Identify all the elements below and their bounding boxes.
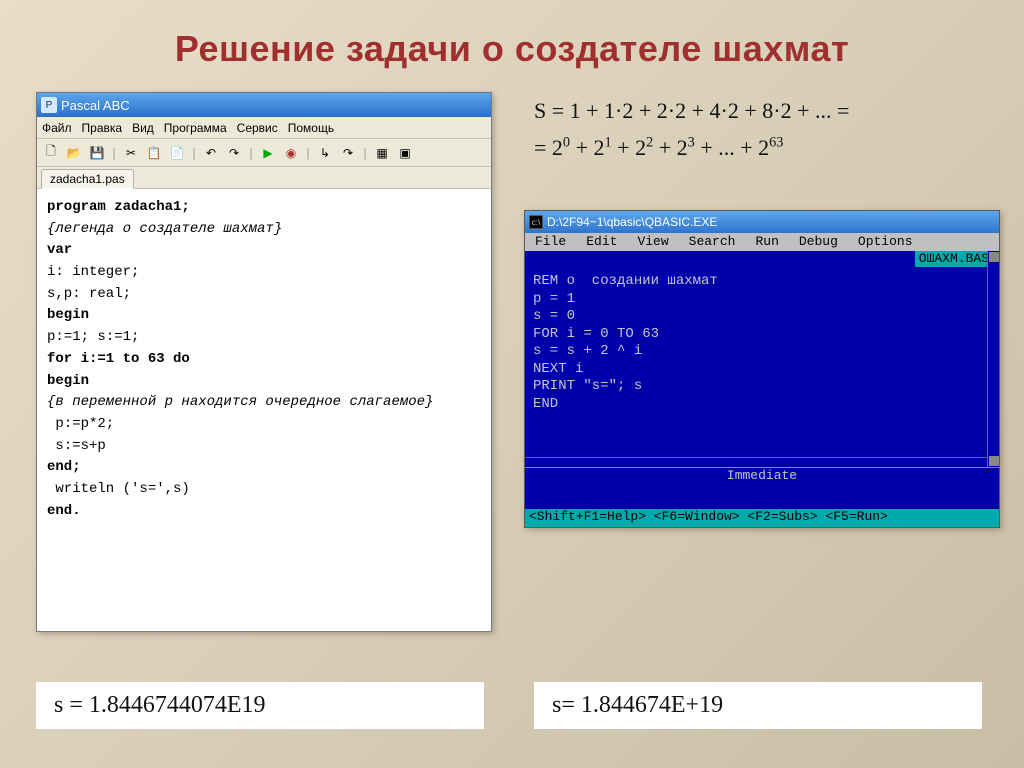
qb-titlebar: c:\ D:\2F94~1\qbasic\QBASIC.EXE bbox=[525, 211, 999, 233]
tab-strip: zadacha1.pas bbox=[37, 167, 491, 189]
code-line: end; bbox=[47, 457, 481, 479]
code-line: program zadacha1; bbox=[47, 197, 481, 219]
menu-program[interactable]: Программа bbox=[164, 121, 227, 135]
page-title: Решение задачи о создателе шахмат bbox=[0, 28, 1024, 70]
code-line: p:=1; s:=1; bbox=[47, 327, 481, 349]
tab-file[interactable]: zadacha1.pas bbox=[41, 169, 134, 189]
pascal-window: P Pascal ABC Файл Правка Вид Программа С… bbox=[36, 92, 492, 632]
qb-statusbar: <Shift+F1=Help> <F6=Window> <F2=Subs> <F… bbox=[525, 509, 999, 527]
formula-line1: S = 1 + 1·2 + 2·2 + 4·2 + 8·2 + ... = bbox=[534, 92, 990, 129]
formula-line2: = 20 + 21 + 22 + 23 + ... + 263 bbox=[534, 129, 990, 166]
new-file-icon[interactable]: 🗋 bbox=[41, 143, 61, 163]
qb-menu-search[interactable]: Search bbox=[679, 234, 746, 250]
code-line: var bbox=[47, 240, 481, 262]
menubar: Файл Правка Вид Программа Сервис Помощь bbox=[37, 117, 491, 139]
code-line: writeln ('s=',s) bbox=[47, 479, 481, 501]
toolbar: 🗋 📂 💾 | ✂ 📋 📄 | ↶ ↷ | ▶ ◉ | ↳ ↷ | ▦ ▣ bbox=[37, 139, 491, 167]
open-icon[interactable]: 📂 bbox=[64, 143, 84, 163]
qbasic-window: c:\ D:\2F94~1\qbasic\QBASIC.EXE File Edi… bbox=[524, 210, 1000, 528]
separator: | bbox=[190, 143, 198, 163]
qb-menu-file[interactable]: File bbox=[525, 234, 576, 250]
separator: | bbox=[361, 143, 369, 163]
qb-screen: File Edit View Search Run Debug Options … bbox=[525, 233, 999, 527]
save-icon[interactable]: 💾 bbox=[87, 143, 107, 163]
window-title: D:\2F94~1\qbasic\QBASIC.EXE bbox=[547, 215, 717, 229]
qb-menu-view[interactable]: View bbox=[627, 234, 678, 250]
result-pascal: s = 1.8446744074E19 bbox=[36, 682, 484, 729]
formula: S = 1 + 1·2 + 2·2 + 4·2 + 8·2 + ... = = … bbox=[534, 92, 990, 167]
menu-file[interactable]: Файл bbox=[42, 121, 72, 135]
qb-menu-run[interactable]: Run bbox=[745, 234, 788, 250]
qb-menu-options[interactable]: Options bbox=[848, 234, 923, 250]
result-qbasic: s= 1.844674E+19 bbox=[534, 682, 982, 729]
menu-edit[interactable]: Правка bbox=[82, 121, 123, 135]
menu-view[interactable]: Вид bbox=[132, 121, 154, 135]
code-line: for i:=1 to 63 do bbox=[47, 349, 481, 371]
code-line: p:=p*2; bbox=[47, 414, 481, 436]
separator: | bbox=[247, 143, 255, 163]
menu-service[interactable]: Сервис bbox=[237, 121, 278, 135]
titlebar: P Pascal ABC bbox=[37, 93, 491, 117]
code-area[interactable]: program zadacha1;{легенда о создателе ша… bbox=[37, 189, 491, 530]
app-icon: P bbox=[41, 97, 57, 113]
qb-menu-edit[interactable]: Edit bbox=[576, 234, 627, 250]
copy-icon[interactable]: 📋 bbox=[144, 143, 164, 163]
code-line: {легенда о создателе шахмат} bbox=[47, 219, 481, 241]
code-line: begin bbox=[47, 371, 481, 393]
code-line: end. bbox=[47, 501, 481, 523]
qb-menu-debug[interactable]: Debug bbox=[789, 234, 848, 250]
scrollbar-vertical[interactable] bbox=[987, 251, 999, 467]
qb-file-label: ОШАХМ.BAS bbox=[915, 251, 993, 267]
immediate-pane: Immediate bbox=[525, 467, 999, 507]
qb-menubar: File Edit View Search Run Debug Options bbox=[525, 233, 999, 251]
code-line: i: integer; bbox=[47, 262, 481, 284]
paste-icon[interactable]: 📄 bbox=[167, 143, 187, 163]
window-title: Pascal ABC bbox=[61, 98, 130, 113]
immediate-label: Immediate bbox=[525, 468, 999, 484]
separator: | bbox=[304, 143, 312, 163]
console-icon[interactable]: ▣ bbox=[395, 143, 415, 163]
menu-help[interactable]: Помощь bbox=[288, 121, 334, 135]
code-line: begin bbox=[47, 305, 481, 327]
window-icon[interactable]: ▦ bbox=[372, 143, 392, 163]
cut-icon[interactable]: ✂ bbox=[121, 143, 141, 163]
code-line: s:=s+p bbox=[47, 436, 481, 458]
step-over-icon[interactable]: ↷ bbox=[338, 143, 358, 163]
code-line: {в переменной p находится очередное слаг… bbox=[47, 392, 481, 414]
qb-code-area[interactable]: REM о создании шахмат p = 1 s = 0 FOR i … bbox=[525, 251, 999, 417]
separator: | bbox=[110, 143, 118, 163]
stop-icon[interactable]: ◉ bbox=[281, 143, 301, 163]
step-into-icon[interactable]: ↳ bbox=[315, 143, 335, 163]
redo-icon[interactable]: ↷ bbox=[224, 143, 244, 163]
undo-icon[interactable]: ↶ bbox=[201, 143, 221, 163]
run-icon[interactable]: ▶ bbox=[258, 143, 278, 163]
console-icon: c:\ bbox=[529, 215, 543, 229]
code-line: s,p: real; bbox=[47, 284, 481, 306]
